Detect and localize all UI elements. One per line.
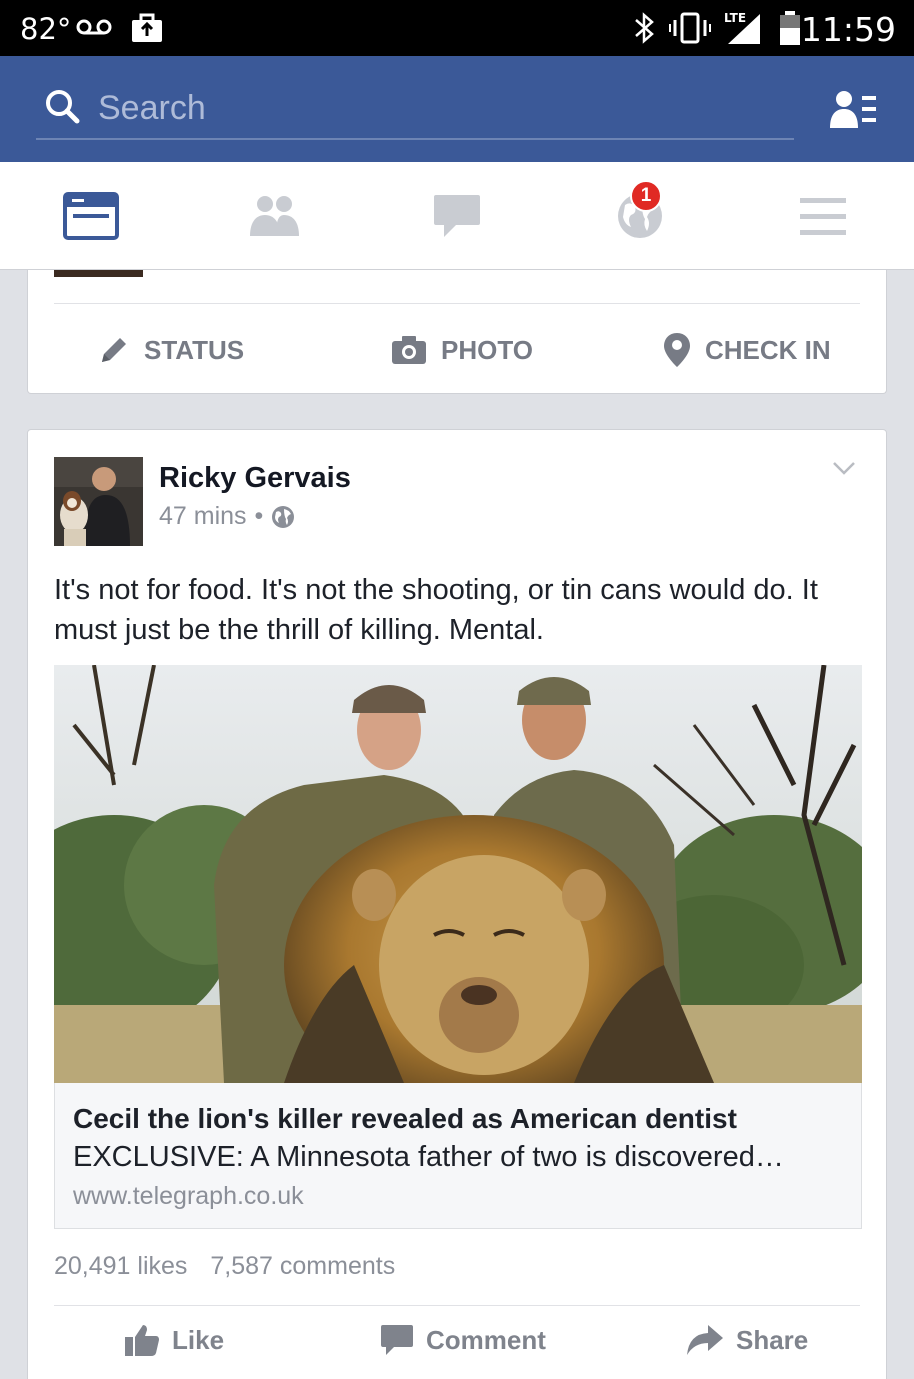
avatar-image [54,457,143,546]
share-button[interactable]: Share [686,1320,808,1360]
shopping-bag-icon [132,13,162,42]
composer-card: STATUS PHOTO CHECK IN [27,270,887,394]
status-button[interactable]: STATUS [98,330,244,370]
profile-thumbnail [54,270,143,277]
news-feed-icon [63,192,119,240]
signal-icon: LTE [724,11,760,44]
pencil-icon [102,338,126,362]
share-label: Share [736,1324,809,1355]
comments-count[interactable]: 7,587 comments [210,1252,395,1280]
network-type-label: LTE [724,11,746,25]
top-bar [0,56,914,162]
like-label: Like [172,1324,225,1355]
tab-friend-requests[interactable] [234,186,314,246]
chevron-down-icon[interactable] [832,460,856,476]
thumbs-up-icon [125,1325,159,1356]
friends-icon [250,196,299,236]
search-input[interactable] [98,86,698,130]
voicemail-icon [76,19,112,35]
comment-label: Comment [426,1324,546,1355]
status-bar: 82° LTE 11:59 [0,0,914,56]
check-in-button[interactable]: CHECK IN [663,330,831,370]
post-text: It's not for food. It's not the shooting… [54,574,818,646]
clock: 11:59 [800,10,896,49]
tab-more[interactable] [783,186,863,246]
post-time[interactable]: 47 mins [159,502,247,531]
photo-label: PHOTO [441,334,533,365]
friends-list-icon[interactable] [830,90,878,130]
comment-icon [381,1325,413,1355]
photo-button[interactable]: PHOTO [391,330,533,370]
camera-icon [392,336,426,364]
meta-separator: • [254,502,264,530]
tab-news-feed[interactable] [51,186,131,246]
post-card: Ricky Gervais 47 mins • It's not for foo… [27,429,887,1379]
public-globe-icon [272,505,295,528]
engagement-counts: 20,491 likes 7,587 comments [54,1252,411,1281]
tab-notifications[interactable]: 1 [600,180,680,246]
menu-icon [800,198,846,235]
link-domain: www.telegraph.co.uk [73,1182,304,1210]
vibrate-icon [669,12,711,44]
location-pin-icon [664,333,690,367]
check-in-label: CHECK IN [705,334,831,365]
search-icon [46,90,80,124]
post-meta: 47 mins • [159,502,295,531]
composer-divider [54,303,860,304]
post-divider [54,1305,860,1306]
temperature-indicator: 82° [20,12,72,46]
link-preview[interactable]: Cecil the lion's killer revealed as Amer… [54,1083,862,1229]
link-description: EXCLUSIVE: A Minnesota father of two is … [73,1141,784,1173]
search-box[interactable] [36,80,794,140]
tab-bar: 1 [0,162,914,270]
post-author[interactable]: Ricky Gervais [159,462,351,495]
author-avatar[interactable] [54,457,143,546]
lion-photo-image [54,665,862,1083]
link-title[interactable]: Cecil the lion's killer revealed as Amer… [73,1103,737,1135]
like-button[interactable]: Like [124,1320,224,1360]
chat-icon [434,195,480,237]
link-image[interactable] [54,665,862,1083]
tab-messages[interactable] [417,186,497,246]
notification-badge: 1 [630,180,662,212]
share-arrow-icon [687,1325,723,1355]
battery-icon [780,11,800,45]
bluetooth-icon [635,12,654,44]
comment-button[interactable]: Comment [380,1320,546,1360]
status-label: STATUS [144,334,245,365]
likes-count[interactable]: 20,491 likes [54,1252,187,1280]
